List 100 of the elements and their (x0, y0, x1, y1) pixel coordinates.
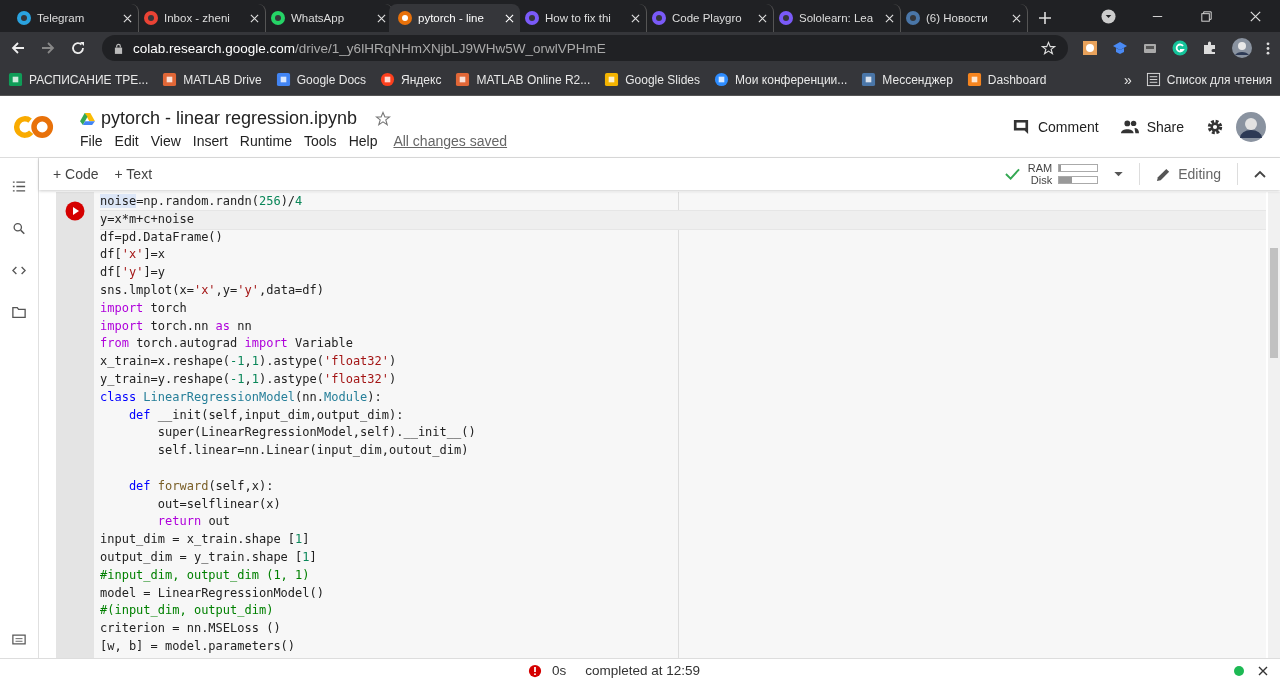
caret-icon[interactable] (1114, 171, 1124, 177)
code-line: import torch (100, 300, 187, 315)
run-button[interactable] (65, 201, 85, 221)
menu-item[interactable]: Tools (303, 133, 337, 149)
code-line: #(input_dim, output_dim) (100, 603, 274, 618)
settings-icon[interactable] (1206, 117, 1224, 136)
code-line: self.linear=nn.Linear(input_dim,outout_dim) (156, 443, 469, 458)
code-line: df=pd.DataFrame() (100, 229, 223, 244)
code-line: import torch.nn as nn (100, 318, 252, 333)
bookmark-favicon-icon (966, 72, 982, 87)
tab-favicon-icon (270, 10, 286, 26)
forward-icon[interactable] (40, 40, 56, 56)
bookmark-link[interactable]: Яндекс (380, 72, 442, 87)
bookmark-link[interactable]: Google Slides (604, 72, 700, 87)
people-icon (1120, 118, 1139, 135)
error-icon (528, 663, 542, 678)
editing-mode-button[interactable]: Editing (1156, 166, 1221, 182)
bookmark-link[interactable]: Dashboard (966, 72, 1047, 87)
avatar-icon[interactable] (1232, 38, 1252, 58)
bookmark-link[interactable]: РАСПИСАНИЕ ТРЕ... (8, 72, 149, 87)
bookmark-link[interactable]: MATLAB Drive (162, 72, 262, 87)
code-line: y_train=y.reshape(-1,1).astype('float32') (100, 371, 397, 386)
close-icon[interactable] (1258, 665, 1268, 676)
menu-item[interactable]: Help (348, 133, 378, 149)
reading-list-button[interactable]: Список для чтения (1145, 72, 1272, 87)
drive-icon (80, 112, 95, 125)
add-code-button[interactable]: + Code (53, 166, 99, 182)
menu-item[interactable]: Insert (192, 133, 228, 149)
avatar-icon[interactable] (1236, 111, 1266, 142)
code-line: y=x*m+c+noise (100, 211, 194, 226)
code-icon[interactable] (12, 264, 26, 277)
collapse-icon[interactable] (1254, 170, 1266, 178)
execution-time: 0s (552, 663, 567, 678)
code-line: def forward(self,x): (127, 478, 274, 493)
status-message: completed at 12:59 (585, 663, 701, 678)
tab-favicon-icon (651, 10, 667, 26)
address-field[interactable]: colab.research.google.com/drive/1_y6lHRqNHmXNjbLJ9WHw5W_orwlVPHmE (102, 35, 1068, 61)
add-text-button[interactable]: + Text (114, 166, 153, 182)
tab-search-icon[interactable] (1101, 9, 1116, 24)
bookmark-link[interactable]: Google Docs (275, 72, 367, 87)
reload-icon[interactable] (70, 40, 86, 56)
bookmark-link[interactable]: Мои конференции... (714, 72, 848, 87)
code-line: df['x']=x (100, 247, 166, 262)
graduation-cap-icon[interactable] (1112, 40, 1128, 56)
bookmark-favicon-icon (714, 72, 729, 87)
tab-favicon-icon (143, 10, 159, 26)
bookmark-star-icon[interactable] (1041, 40, 1056, 56)
scrollbar[interactable] (1268, 192, 1280, 658)
bookmark-favicon-icon (455, 72, 471, 87)
tab-favicon-icon (905, 10, 921, 26)
pencil-icon (1156, 166, 1172, 182)
notebook-title[interactable]: pytorch - linear regression.ipynb (101, 108, 358, 129)
reading-list-icon (1145, 72, 1161, 87)
code-line: def __init(self,input_dim,output_dim): (127, 407, 404, 422)
back-icon[interactable] (10, 40, 26, 56)
ram-label: RAM (1027, 162, 1053, 174)
code-line: out=selflinear(x) (156, 496, 281, 511)
tab-favicon-icon (524, 10, 540, 26)
grammar-check-icon[interactable] (1172, 40, 1188, 56)
code-line: output_dim = y_train.shape [1] (100, 549, 317, 564)
code-line: from torch.autograd import Variable (100, 336, 353, 351)
tab-favicon-icon (397, 10, 413, 26)
share-button[interactable]: Share (1120, 118, 1184, 135)
menu-item[interactable]: Edit (114, 133, 139, 149)
more-options-icon[interactable] (1266, 40, 1270, 56)
code-line: noise=np.random.randn(256)/4 (100, 194, 303, 208)
bookmark-favicon-icon (162, 72, 178, 87)
colab-logo[interactable] (14, 114, 54, 139)
restore-icon[interactable] (1199, 9, 1214, 24)
code-line: [w, b] = model.parameters() (100, 638, 296, 653)
menu-item[interactable]: Runtime (239, 133, 292, 149)
disk-label: Disk (1030, 174, 1053, 186)
check-icon (1004, 168, 1020, 180)
menu-item[interactable]: File (80, 133, 103, 149)
more-bookmarks-button[interactable]: » (1124, 71, 1132, 88)
browser-tab[interactable]: pytorch - line (389, 4, 520, 32)
code-cell[interactable] (56, 192, 1266, 658)
menu-item[interactable]: View (150, 133, 181, 149)
code-line: model = LinearRegressionModel() (100, 585, 324, 600)
tab-favicon-icon (778, 10, 794, 26)
bookmark-favicon-icon (8, 72, 23, 87)
table-of-contents-icon[interactable] (12, 180, 26, 193)
bookmark-favicon-icon (380, 72, 396, 87)
folder-icon[interactable] (12, 306, 26, 319)
comment-icon (1011, 118, 1030, 135)
bookmark-link[interactable]: MATLAB Online R2... (455, 72, 591, 87)
bookmark-favicon-icon (604, 72, 620, 87)
bookmark-link[interactable]: Мессенджер (861, 72, 953, 87)
close-icon[interactable] (1248, 9, 1263, 24)
new-tab-icon[interactable] (1038, 11, 1052, 25)
code-line: #input_dim, output_dim (1, 1) (100, 567, 310, 582)
save-status-link[interactable]: All changes saved (393, 133, 508, 149)
comment-button[interactable]: Comment (1011, 118, 1099, 135)
search-icon[interactable] (12, 222, 26, 235)
terminal-icon[interactable] (12, 633, 26, 646)
bookmark-favicon-icon (861, 72, 877, 87)
puzzle-icon[interactable] (1202, 40, 1218, 56)
star-icon[interactable] (375, 110, 392, 127)
extension-icon[interactable] (1082, 40, 1098, 56)
lock-icon (114, 42, 123, 54)
